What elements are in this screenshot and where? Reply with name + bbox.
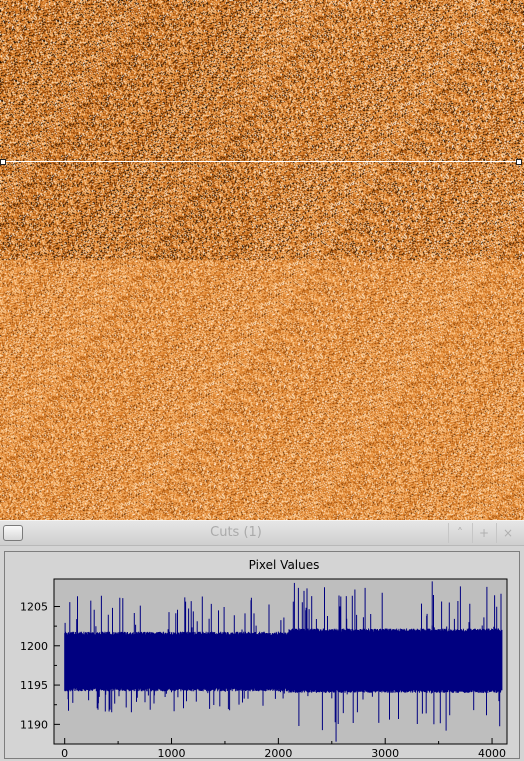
- y-tick-label: 1195: [20, 679, 48, 692]
- image-display[interactable]: [0, 0, 524, 520]
- chevron-up-icon[interactable]: ˄: [448, 523, 471, 543]
- x-tick-label: 0: [61, 747, 68, 758]
- cut-handle-right[interactable]: [516, 159, 522, 165]
- pixel-values-chart[interactable]: Pixel Values 0 1000 2000 3000 4000 1190 1195 12…: [5, 552, 519, 758]
- x-tick-label: 2000: [264, 747, 292, 758]
- close-icon[interactable]: ×: [496, 523, 519, 543]
- plus-icon[interactable]: +: [472, 523, 495, 543]
- titlebar[interactable]: Cuts (1) ˄ + ×: [0, 521, 524, 546]
- y-tick-label: 1200: [20, 640, 48, 653]
- y-tick-label: 1205: [20, 601, 48, 614]
- chart-title: Pixel Values: [249, 558, 320, 572]
- x-tick-label: 3000: [371, 747, 399, 758]
- plot-panel: Pixel Values 0 1000 2000 3000 4000 1190 1195 12…: [4, 551, 520, 759]
- cut-line[interactable]: [3, 161, 519, 162]
- cuts-window: Cuts (1) ˄ + × Pixel Values 0 1000 2000 300…: [0, 520, 524, 761]
- ccd-image[interactable]: [0, 0, 524, 520]
- x-tick-label: 4000: [478, 747, 506, 758]
- window-title: Cuts (1): [210, 525, 262, 540]
- y-tick-label: 1190: [20, 718, 48, 731]
- cut-handle-left[interactable]: [0, 159, 6, 165]
- x-tick-label: 1000: [158, 747, 186, 758]
